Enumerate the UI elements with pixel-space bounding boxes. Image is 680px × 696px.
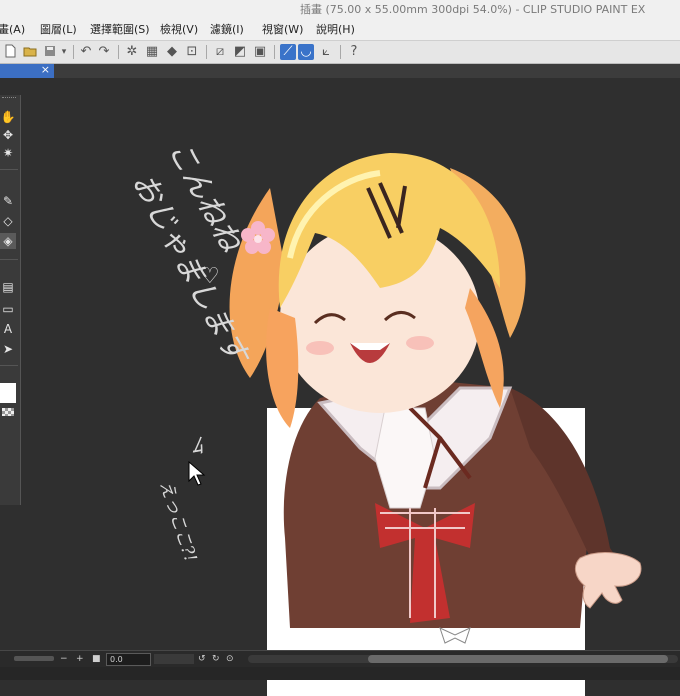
toolbar-separator bbox=[118, 45, 119, 59]
grid-snap-icon[interactable]: ▣ bbox=[252, 44, 268, 60]
handwriting-whisper: えっここ?! bbox=[155, 478, 200, 564]
menu-animation[interactable]: 畫(A) bbox=[0, 20, 25, 40]
bottom-strip bbox=[0, 667, 680, 680]
close-icon[interactable]: × bbox=[41, 63, 50, 77]
handwriting-heart: ♡ bbox=[200, 264, 220, 289]
horizontal-scrollbar-thumb[interactable] bbox=[368, 655, 668, 663]
tool-panel: ✋ ✥ ✷ ✎ ◇ ◈ ▤ ▭ A ➤ bbox=[0, 95, 21, 505]
tool-divider bbox=[0, 169, 18, 170]
eraser-icon[interactable]: ◇ bbox=[0, 213, 16, 229]
pen-icon[interactable]: ✎ bbox=[0, 193, 16, 209]
tool-divider bbox=[0, 365, 18, 366]
chevron-down-icon[interactable]: ▾ bbox=[60, 44, 68, 60]
special-ruler-snap-icon[interactable]: ◡ bbox=[298, 44, 314, 60]
menu-window[interactable]: 視窗(W) bbox=[262, 20, 303, 40]
toolbar-separator bbox=[73, 45, 74, 59]
snap-grid-icon[interactable]: ⟀ bbox=[318, 44, 334, 60]
zoom-out-button[interactable]: − bbox=[60, 651, 68, 667]
menu-view[interactable]: 檢視(V) bbox=[160, 20, 198, 40]
gradient-icon[interactable]: ▤ bbox=[0, 279, 16, 295]
toolbar-separator bbox=[206, 45, 207, 59]
mouse-cursor-icon bbox=[188, 461, 206, 486]
open-folder-icon[interactable] bbox=[22, 44, 38, 60]
status-bar: − + ■ 0.0 ↺ ↻ ⊙ bbox=[0, 650, 680, 667]
menu-filter[interactable]: 濾鏡(I) bbox=[210, 20, 244, 40]
handwriting-layer: こんねね おじゃまします ♡ ﾑ えっここ?! bbox=[125, 135, 256, 564]
transparent-color-swatch[interactable] bbox=[2, 408, 14, 416]
document-tab[interactable]: × bbox=[0, 63, 54, 78]
reset-rotate-icon[interactable]: ⊙ bbox=[226, 651, 234, 667]
show-selection-icon[interactable]: ⧄ bbox=[212, 44, 228, 60]
undo-icon[interactable]: ↶ bbox=[78, 44, 94, 60]
panel-grip[interactable] bbox=[2, 97, 16, 101]
text-icon[interactable]: A bbox=[0, 321, 16, 337]
handwriting-mark: ﾑ bbox=[192, 434, 203, 459]
document-tab-row: × bbox=[0, 63, 680, 78]
zoom-slider[interactable] bbox=[14, 656, 54, 661]
new-file-icon[interactable] bbox=[2, 44, 18, 60]
fit-button[interactable]: ■ bbox=[92, 651, 101, 667]
fill-icon[interactable]: ▦ bbox=[144, 44, 160, 60]
canvas-area[interactable]: こんねね おじゃまします ♡ ﾑ えっここ?! bbox=[0, 78, 680, 696]
redo-icon[interactable]: ↷ bbox=[96, 44, 112, 60]
transform-icon[interactable]: ◆ bbox=[164, 44, 180, 60]
figure-icon[interactable]: ▭ bbox=[0, 301, 16, 317]
operation-icon[interactable]: ➤ bbox=[0, 341, 16, 357]
rotate-slider[interactable] bbox=[154, 654, 194, 664]
title-bar: 插畫 (75.00 x 55.00mm 300dpi 54.0%) - CLIP… bbox=[0, 0, 680, 20]
toolbar-separator bbox=[274, 45, 275, 59]
hand-icon[interactable]: ✋ bbox=[0, 109, 16, 125]
erase-selection-icon[interactable]: ✲ bbox=[124, 44, 140, 60]
snap-ruler-icon[interactable]: ⟋ bbox=[280, 44, 296, 60]
zoom-in-button[interactable]: + bbox=[76, 651, 84, 667]
help-icon[interactable]: ? bbox=[346, 44, 362, 60]
save-icon[interactable] bbox=[42, 44, 58, 60]
toolbar-separator bbox=[340, 45, 341, 59]
command-bar: ▾ ↶ ↷ ✲ ▦ ◆ ⊡ ⧄ ◩ ▣ ⟋ ◡ ⟀ ? bbox=[0, 41, 680, 64]
rotate-left-icon[interactable]: ↺ bbox=[198, 651, 206, 667]
ruler-snap-icon[interactable]: ◩ bbox=[232, 44, 248, 60]
fill-bucket-icon[interactable]: ◈ bbox=[0, 233, 16, 249]
crop-icon[interactable]: ⊡ bbox=[184, 44, 200, 60]
menu-help[interactable]: 說明(H) bbox=[316, 20, 355, 40]
window-title: 插畫 (75.00 x 55.00mm 300dpi 54.0%) - CLIP… bbox=[300, 3, 646, 16]
tool-divider bbox=[0, 259, 18, 260]
rotate-right-icon[interactable]: ↻ bbox=[212, 651, 220, 667]
menu-selection[interactable]: 選擇範圍(S) bbox=[90, 20, 150, 40]
zoom-field[interactable]: 0.0 bbox=[106, 653, 151, 666]
move-icon[interactable]: ✥ bbox=[0, 127, 16, 143]
auto-select-icon[interactable]: ✷ bbox=[0, 145, 16, 161]
main-color-swatch[interactable] bbox=[0, 383, 16, 403]
menu-bar: 畫(A) 圖層(L) 選擇範圍(S) 檢視(V) 濾鏡(I) 視窗(W) 說明(… bbox=[0, 20, 680, 41]
menu-layer[interactable]: 圖層(L) bbox=[40, 20, 77, 40]
